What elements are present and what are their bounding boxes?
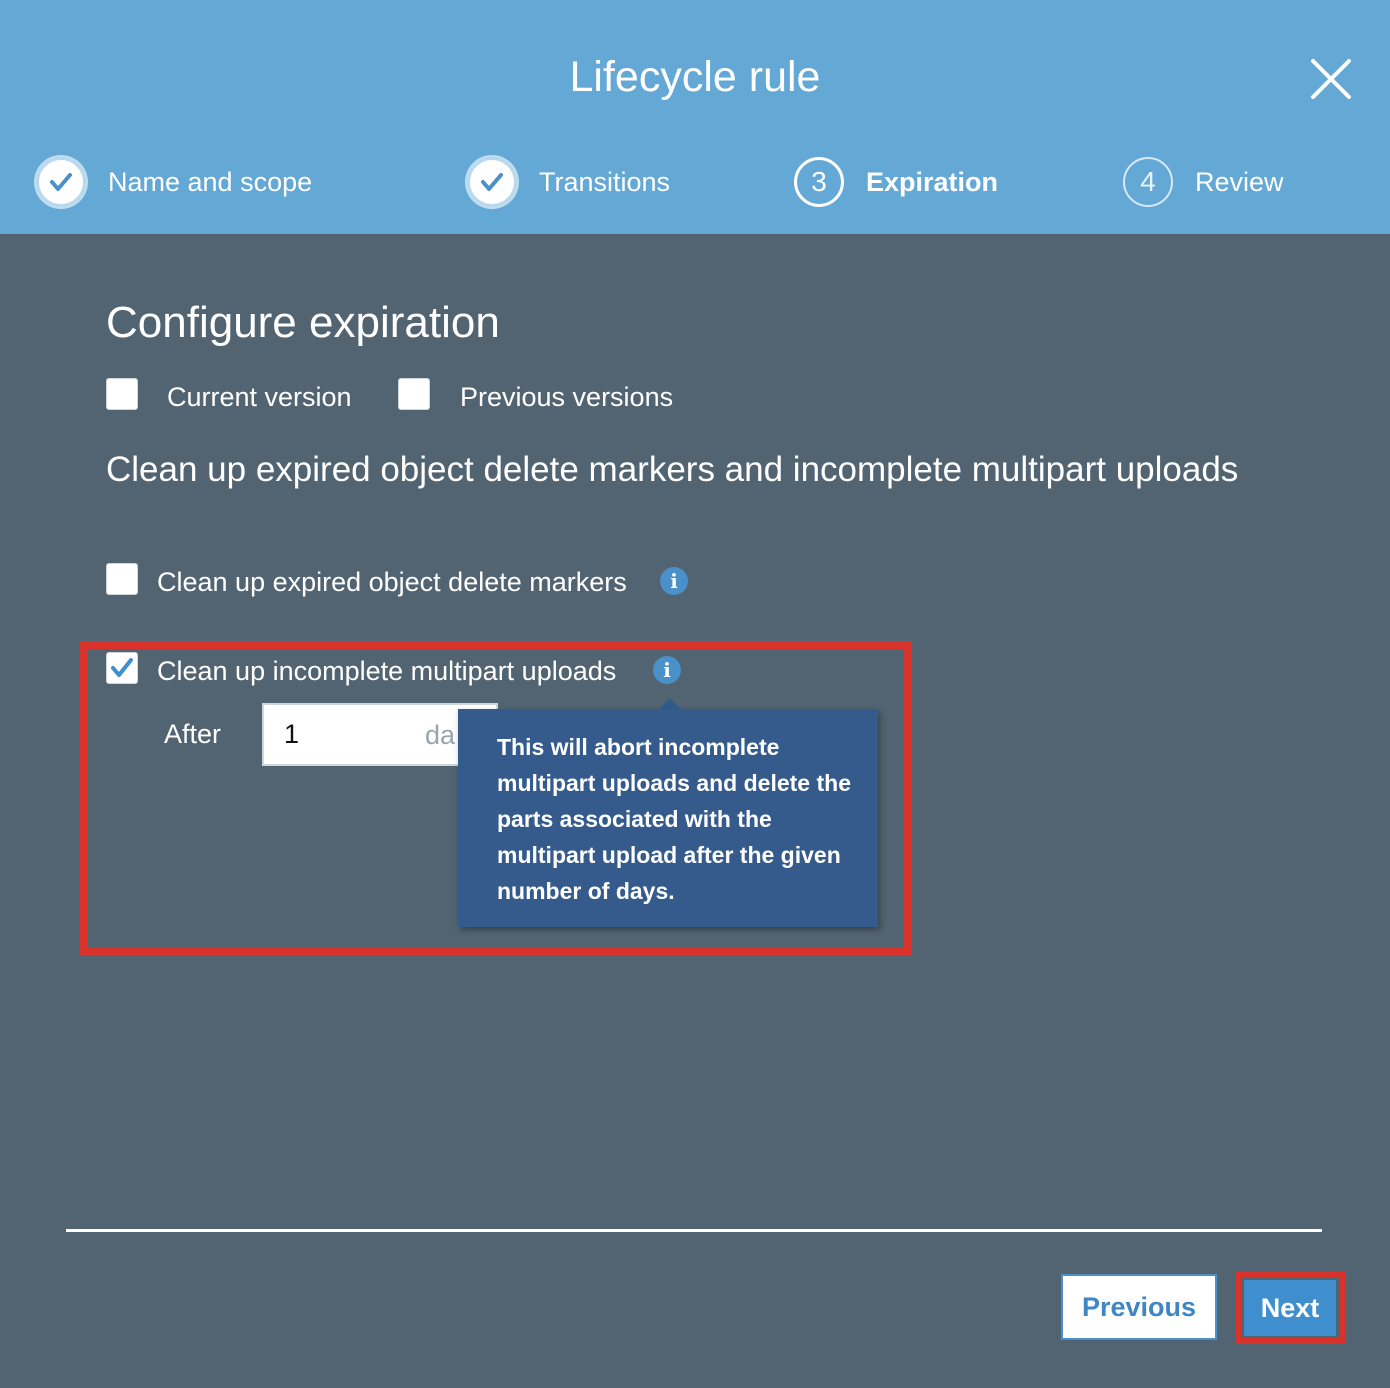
step-label: Transitions: [539, 166, 671, 197]
previous-versions-label: Previous versions: [460, 382, 674, 412]
footer-divider: [66, 1229, 1322, 1232]
step-label: Name and scope: [108, 166, 313, 197]
step-number-badge: 4: [1123, 157, 1173, 207]
lifecycle-rule-modal: Lifecycle rule Name and scope Transition…: [0, 0, 1390, 1388]
info-icon[interactable]: i: [653, 656, 681, 684]
step-label: Review: [1195, 166, 1284, 197]
multipart-label: Clean up incomplete multipart uploads: [157, 656, 617, 686]
step-expiration[interactable]: 3 Expiration: [794, 154, 998, 210]
current-version-label: Current version: [167, 382, 352, 412]
checkmark-icon: [111, 658, 133, 677]
close-button[interactable]: [1304, 52, 1358, 106]
multipart-checkbox[interactable]: [106, 652, 138, 684]
previous-button[interactable]: Previous: [1061, 1274, 1217, 1340]
previous-versions-checkbox[interactable]: [398, 378, 430, 410]
step-name-and-scope[interactable]: Name and scope: [36, 154, 312, 210]
days-unit-label: da: [425, 720, 456, 750]
modal-header: Lifecycle rule Name and scope Transition…: [0, 0, 1390, 234]
delete-markers-label: Clean up expired object delete markers: [157, 567, 627, 597]
modal-title: Lifecycle rule: [569, 53, 821, 101]
step-transitions[interactable]: Transitions: [467, 154, 670, 210]
checkmark-circle-icon: [467, 157, 517, 207]
next-button[interactable]: Next: [1244, 1280, 1336, 1336]
info-icon[interactable]: i: [660, 567, 688, 595]
delete-markers-checkbox[interactable]: [106, 563, 138, 595]
step-label: Expiration: [866, 166, 999, 197]
checkmark-circle-icon: [36, 157, 86, 207]
section-title: Configure expiration: [106, 298, 500, 347]
step-review[interactable]: 4 Review: [1123, 154, 1284, 210]
info-tooltip: This will abort incomplete multipart upl…: [458, 709, 878, 927]
close-icon: [1311, 59, 1351, 99]
cleanup-heading: Clean up expired object delete markers a…: [106, 450, 1239, 489]
step-number-badge: 3: [794, 157, 844, 207]
current-version-checkbox[interactable]: [106, 378, 138, 410]
after-label: After: [164, 719, 222, 749]
